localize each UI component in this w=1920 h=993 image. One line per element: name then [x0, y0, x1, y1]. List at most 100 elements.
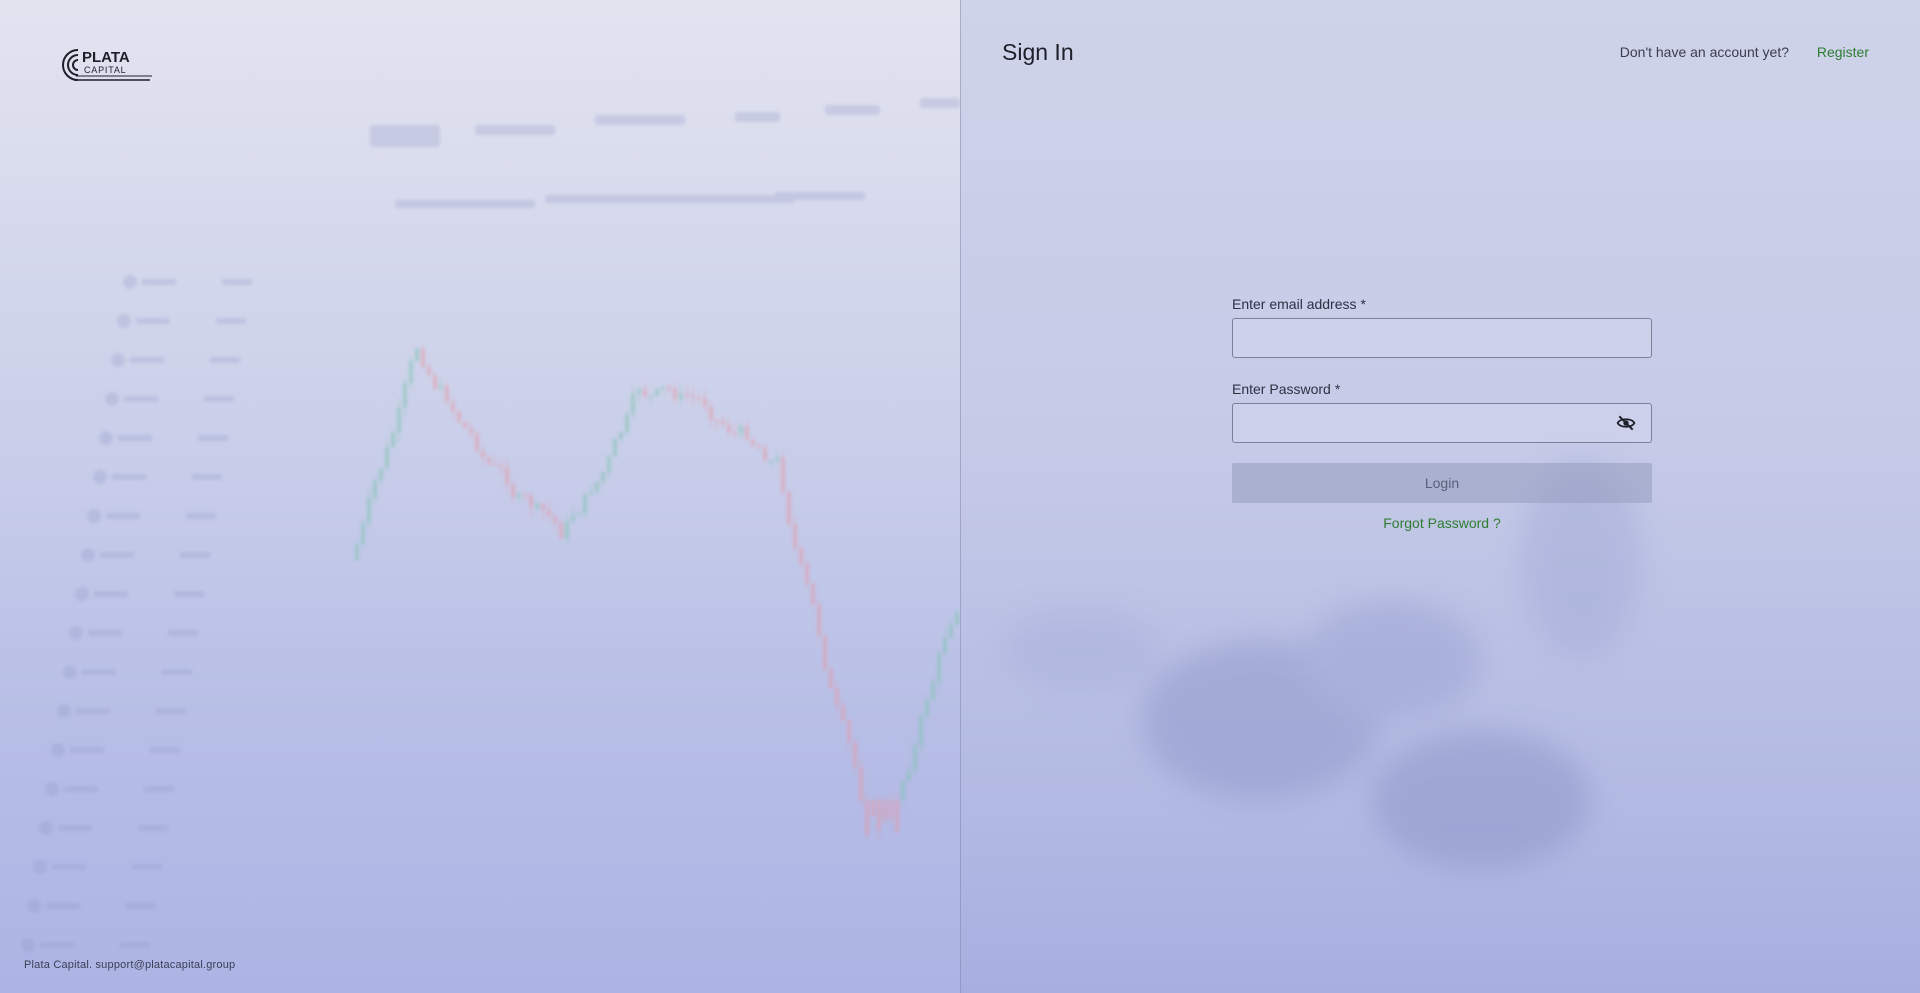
candle-body: [685, 393, 689, 396]
watchlist-name-bar: [40, 942, 74, 948]
register-link[interactable]: Register: [1817, 44, 1869, 60]
candle-body: [373, 480, 377, 499]
candle-body: [847, 720, 851, 743]
candle-body: [469, 428, 473, 434]
watchlist-price-bar: [222, 279, 252, 285]
watchlist-name-bar: [64, 786, 98, 792]
watchlist-coin-icon: [111, 353, 125, 367]
candle-body: [451, 401, 455, 412]
candle-body: [505, 467, 509, 485]
plata-capital-logo: PLATA CAPITAL: [62, 49, 152, 81]
candle-body: [853, 742, 857, 768]
candle-body: [421, 348, 425, 367]
watchlist-coin-icon: [57, 704, 71, 718]
page-title: Sign In: [1002, 39, 1074, 65]
candle-body: [943, 637, 947, 654]
candle-body: [415, 348, 419, 361]
watchlist-price-bar: [168, 630, 198, 636]
candle-body: [697, 397, 701, 400]
candle-body: [463, 421, 467, 429]
candle-body: [655, 388, 659, 396]
candle-body: [829, 669, 833, 689]
watchlist-coin-icon: [93, 470, 107, 484]
candle-body: [811, 583, 815, 605]
candle-body: [925, 700, 929, 717]
candle-body: [661, 386, 665, 389]
candle-body: [805, 563, 809, 584]
candle-body: [907, 770, 911, 781]
candle-body: [739, 426, 743, 434]
login-button[interactable]: Login: [1232, 463, 1652, 503]
forgot-password-link[interactable]: Forgot Password ?: [1232, 515, 1652, 531]
candle-body: [439, 386, 443, 389]
email-label-text: Enter email address: [1232, 296, 1357, 312]
svg-text:CAPITAL: CAPITAL: [84, 65, 126, 75]
candle-body: [955, 612, 959, 625]
watchlist-name-bar: [118, 435, 152, 441]
watchlist-name-bar: [70, 747, 104, 753]
watchlist-coin-icon: [87, 509, 101, 523]
candle-body: [781, 457, 785, 492]
watchlist-name-bar: [106, 513, 140, 519]
watchlist-coin-icon: [21, 938, 35, 952]
candle-body: [487, 457, 491, 464]
candle-body: [841, 705, 845, 721]
watchlist-price-bar: [186, 513, 216, 519]
watchlist-name-bar: [130, 357, 164, 363]
candle-body: [457, 411, 461, 422]
candle-body: [799, 547, 803, 564]
eye-off-icon[interactable]: [1616, 414, 1636, 432]
password-input[interactable]: [1232, 403, 1652, 443]
background-trading-chart: [21, 98, 960, 952]
candle-body: [391, 432, 395, 447]
watchlist-coin-icon: [45, 782, 59, 796]
watchlist-coin-icon: [63, 665, 77, 679]
watchlist-price-bar: [204, 396, 234, 402]
candle-body: [571, 515, 575, 522]
candle-body: [691, 395, 695, 398]
candle-body: [823, 635, 827, 670]
candle-body: [919, 716, 923, 746]
candle-body: [625, 413, 629, 433]
candle-body: [589, 491, 593, 495]
sign-in-form: Enter email address * Enter Password * Log…: [1232, 296, 1652, 531]
candle-body: [871, 800, 875, 817]
candle-body: [937, 653, 941, 682]
watchlist-name-bar: [88, 630, 122, 636]
candle-body: [535, 503, 539, 508]
watchlist-coin-icon: [51, 743, 65, 757]
candle-body: [607, 456, 611, 473]
email-input[interactable]: [1232, 318, 1652, 358]
candle-body: [859, 767, 863, 801]
candle-body: [517, 494, 521, 498]
candle-body: [475, 433, 479, 451]
candle-body: [601, 472, 605, 483]
watchlist-name-bar: [82, 669, 116, 675]
candle-body: [379, 468, 383, 481]
password-wrapper: [1232, 403, 1652, 443]
candle-body: [751, 439, 755, 446]
footer-contact: Plata Capital. support@platacapital.grou…: [24, 959, 236, 971]
password-label-text: Enter Password: [1232, 381, 1331, 397]
svg-text:PLATA: PLATA: [82, 49, 130, 66]
watchlist-name-bar: [94, 591, 128, 597]
watchlist-price-bar: [138, 825, 168, 831]
watchlist-price-bar: [216, 318, 246, 324]
watchlist-name-bar: [58, 825, 92, 831]
candle-body: [733, 432, 737, 435]
candle-body: [385, 446, 389, 469]
watchlist-price-bar: [156, 708, 186, 714]
watchlist-coin-icon: [99, 431, 113, 445]
candle-body: [361, 522, 365, 545]
candle-body: [709, 406, 713, 420]
candle-body: [499, 465, 503, 468]
watchlist-coin-icon: [33, 860, 47, 874]
watchlist-name-bar: [142, 279, 176, 285]
candle-body: [565, 521, 569, 539]
candle-body: [541, 503, 545, 510]
watchlist-coin-icon: [27, 899, 41, 913]
watchlist-name-bar: [52, 864, 86, 870]
candle-body: [529, 495, 533, 508]
candle-body: [883, 800, 887, 821]
candle-body: [583, 494, 587, 513]
